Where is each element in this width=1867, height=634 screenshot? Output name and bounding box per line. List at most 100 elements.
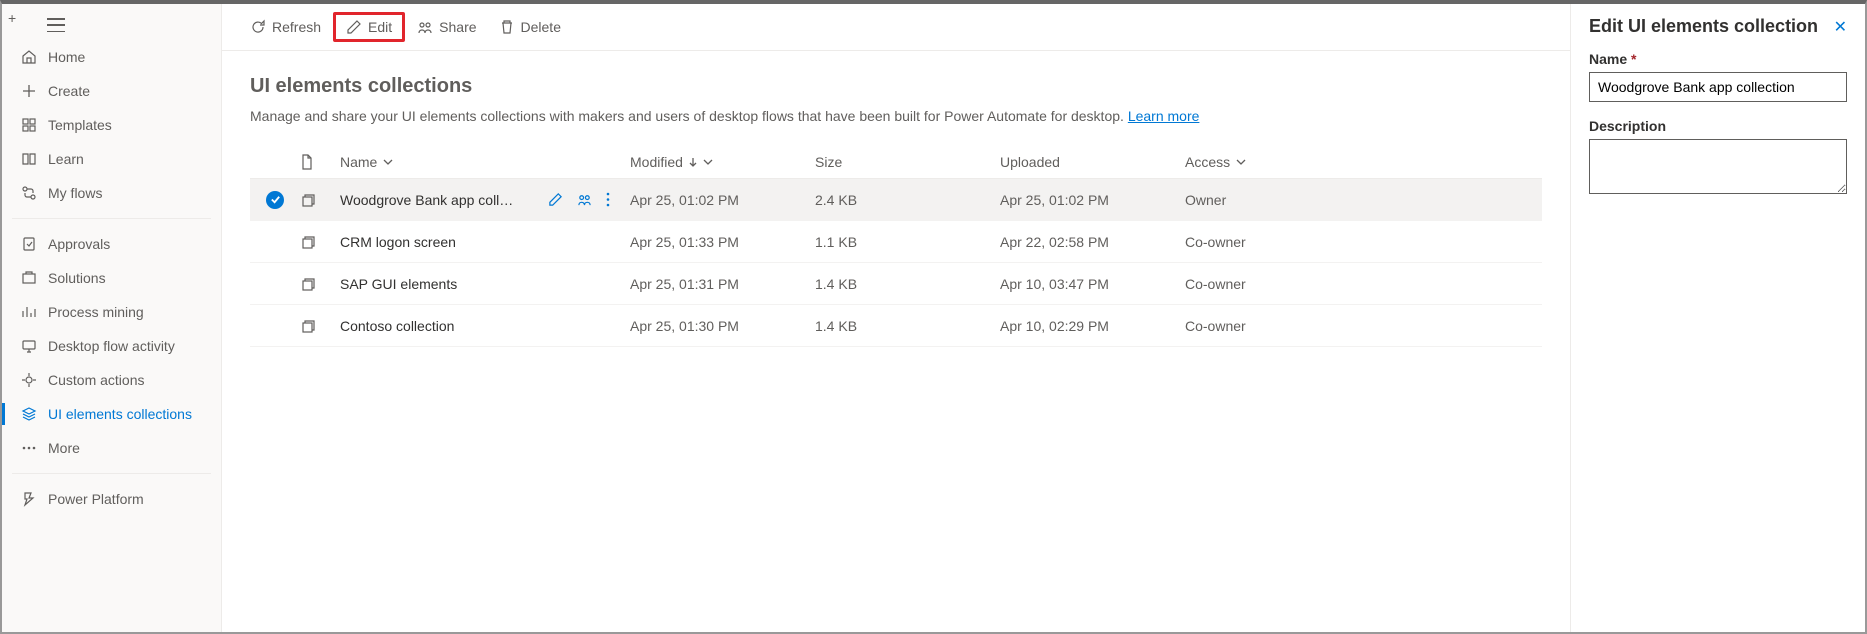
- more-icon: [20, 446, 38, 450]
- arrow-down-icon: [689, 157, 697, 167]
- toolbar: Refresh Edit Share Delete: [222, 4, 1570, 51]
- power-platform-icon: [20, 491, 38, 507]
- flows-icon: [20, 185, 38, 201]
- collection-icon: [300, 192, 316, 208]
- delete-button[interactable]: Delete: [489, 15, 571, 39]
- custom-actions-icon: [20, 372, 38, 388]
- row-modified: Apr 25, 01:30 PM: [630, 318, 815, 334]
- table-row[interactable]: Contoso collection Apr 25, 01:30 PM1.4 KB…: [250, 305, 1542, 347]
- sidebar-item-label: Templates: [48, 117, 112, 133]
- col-size[interactable]: Size: [815, 154, 1000, 170]
- sidebar-item-ui-elements-collections[interactable]: UI elements collections: [2, 397, 221, 431]
- sidebar-item-custom-actions[interactable]: Custom actions: [2, 363, 221, 397]
- row-uploaded: Apr 25, 01:02 PM: [1000, 192, 1185, 208]
- activity-icon: [20, 338, 38, 354]
- name-input[interactable]: [1589, 72, 1847, 102]
- row-share-icon[interactable]: [577, 192, 592, 207]
- sidebar-item-solutions[interactable]: Solutions: [2, 261, 221, 295]
- row-modified: Apr 25, 01:02 PM: [630, 192, 815, 208]
- hamburger-menu[interactable]: [47, 18, 65, 32]
- sidebar-item-label: Learn: [48, 151, 84, 167]
- sidebar-item-templates[interactable]: Templates: [2, 108, 221, 142]
- sidebar-item-label: Power Platform: [48, 491, 144, 507]
- sidebar-item-label: UI elements collections: [48, 406, 192, 422]
- description-field-label: Description: [1589, 118, 1847, 134]
- col-uploaded[interactable]: Uploaded: [1000, 154, 1185, 170]
- row-more-icon[interactable]: [606, 192, 610, 207]
- col-name[interactable]: Name: [340, 154, 630, 170]
- sidebar-item-process-mining[interactable]: Process mining: [2, 295, 221, 329]
- collection-icon: [300, 234, 316, 250]
- edit-button[interactable]: Edit: [333, 12, 405, 42]
- trash-icon: [499, 19, 515, 35]
- page-description: Manage and share your UI elements collec…: [250, 108, 1542, 124]
- checkmark-icon[interactable]: [266, 191, 284, 209]
- row-modified: Apr 25, 01:33 PM: [630, 234, 815, 250]
- row-size: 1.4 KB: [815, 276, 1000, 292]
- collection-icon: [300, 276, 316, 292]
- refresh-label: Refresh: [272, 19, 321, 35]
- chevron-down-icon: [1236, 159, 1246, 166]
- row-name[interactable]: Contoso collection: [340, 318, 454, 334]
- row-access: Co-owner: [1185, 276, 1305, 292]
- sidebar-item-label: My flows: [48, 185, 102, 201]
- sidebar-item-label: Process mining: [48, 304, 144, 320]
- sidebar-item-approvals[interactable]: Approvals: [2, 227, 221, 261]
- row-name[interactable]: SAP GUI elements: [340, 276, 457, 292]
- row-uploaded: Apr 10, 02:29 PM: [1000, 318, 1185, 334]
- row-size: 1.4 KB: [815, 318, 1000, 334]
- collection-icon: [300, 318, 316, 334]
- row-edit-icon[interactable]: [548, 192, 563, 207]
- learn-more-link[interactable]: Learn more: [1128, 108, 1200, 124]
- sidebar-item-myflows[interactable]: My flows: [2, 176, 221, 210]
- edit-panel: Edit UI elements collection ✕ Name * Des…: [1570, 4, 1865, 632]
- approvals-icon: [20, 236, 38, 252]
- panel-title: Edit UI elements collection: [1589, 16, 1818, 37]
- page-title: UI elements collections: [250, 75, 1542, 98]
- sidebar-item-home[interactable]: Home: [2, 40, 221, 74]
- row-access: Co-owner: [1185, 234, 1305, 250]
- solutions-icon: [20, 270, 38, 286]
- col-access[interactable]: Access: [1185, 154, 1305, 170]
- row-uploaded: Apr 22, 02:58 PM: [1000, 234, 1185, 250]
- collections-table: Name Modified Size Uploaded Access: [250, 146, 1542, 347]
- row-size: 1.1 KB: [815, 234, 1000, 250]
- row-size: 2.4 KB: [815, 192, 1000, 208]
- book-icon: [20, 151, 38, 167]
- row-access: Co-owner: [1185, 318, 1305, 334]
- sidebar-item-label: Desktop flow activity: [48, 338, 175, 354]
- main-content: Refresh Edit Share Delete: [222, 4, 1570, 632]
- row-access: Owner: [1185, 192, 1305, 208]
- row-name[interactable]: Woodgrove Bank app coll…: [340, 192, 513, 208]
- table-row[interactable]: Woodgrove Bank app coll… Apr 25, 01:02 PM…: [250, 179, 1542, 221]
- process-mining-icon: [20, 304, 38, 320]
- close-icon[interactable]: ✕: [1834, 17, 1847, 37]
- page-description-text: Manage and share your UI elements collec…: [250, 108, 1124, 124]
- edit-label: Edit: [368, 19, 392, 35]
- sidebar-item-desktop-flow-activity[interactable]: Desktop flow activity: [2, 329, 221, 363]
- table-row[interactable]: SAP GUI elements Apr 25, 01:31 PM1.4 KBAp…: [250, 263, 1542, 305]
- description-textarea[interactable]: [1589, 139, 1847, 194]
- sidebar-item-more[interactable]: More: [2, 431, 221, 465]
- share-button[interactable]: Share: [407, 15, 486, 39]
- col-modified[interactable]: Modified: [630, 154, 815, 170]
- sidebar: Home Create Templates Learn: [2, 4, 222, 632]
- table-header: Name Modified Size Uploaded Access: [250, 146, 1542, 179]
- row-uploaded: Apr 10, 03:47 PM: [1000, 276, 1185, 292]
- refresh-button[interactable]: Refresh: [240, 15, 331, 39]
- plus-icon: [20, 83, 38, 99]
- delete-label: Delete: [521, 19, 561, 35]
- name-field-label: Name *: [1589, 51, 1847, 67]
- sidebar-item-power-platform[interactable]: Power Platform: [2, 482, 221, 516]
- sidebar-item-label: Solutions: [48, 270, 106, 286]
- row-name[interactable]: CRM logon screen: [340, 234, 456, 250]
- sidebar-item-label: Create: [48, 83, 90, 99]
- chevron-down-icon: [383, 159, 393, 166]
- file-icon-header: [300, 154, 340, 170]
- row-modified: Apr 25, 01:31 PM: [630, 276, 815, 292]
- sidebar-item-learn[interactable]: Learn: [2, 142, 221, 176]
- table-row[interactable]: CRM logon screen Apr 25, 01:33 PM1.1 KBAp…: [250, 221, 1542, 263]
- collections-icon: [20, 406, 38, 422]
- sidebar-item-create[interactable]: Create: [2, 74, 221, 108]
- plus-corner-icon: +: [8, 10, 16, 26]
